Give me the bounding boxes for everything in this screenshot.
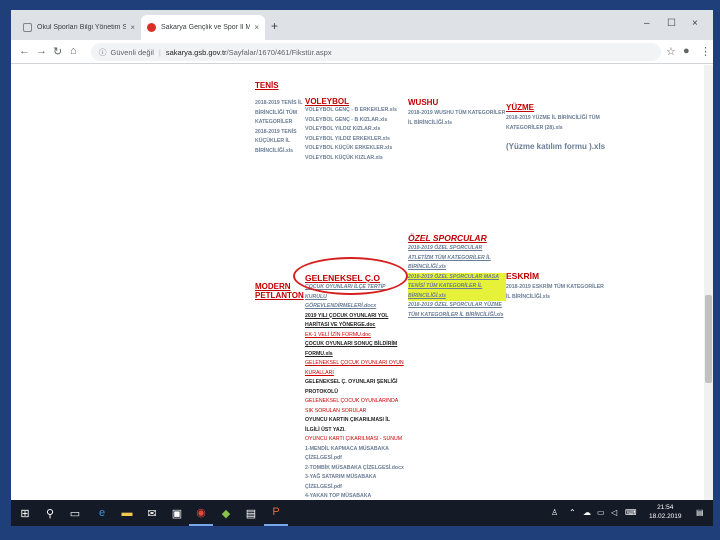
network-icon[interactable]: ☁: [583, 508, 591, 517]
geleneksel-section: GELENEKSEL Ç.O ÇOCUK OYUNLARI İLÇE TERTİ…: [305, 273, 405, 502]
close-window-button[interactable]: ×: [692, 18, 698, 29]
link-item[interactable]: ÇOCUK OYUNLARI SONUÇ BİLDİRİM FORMU.xls: [305, 340, 405, 359]
geleneksel-links: ÇOCUK OYUNLARI İLÇE TERTİP KURULU GÖREVL…: [305, 283, 405, 502]
link-item[interactable]: OYUNCU KARTIN ÇIKARILMASI İL İLGİLİ ÜST …: [305, 416, 405, 435]
link-item[interactable]: VOLEYBOL GENÇ - B KIZLAR.xls: [305, 116, 405, 126]
link-item[interactable]: VOLEYBOL YILDIZ ERKEKLER.xls: [305, 135, 405, 145]
link-item[interactable]: OYUNCU KARTI ÇIKARILMASI - SUNUM: [305, 435, 405, 445]
link-item[interactable]: VOLEYBOL KÜÇÜK KIZLAR.xls: [305, 154, 405, 164]
clock-time: 21:54: [657, 504, 674, 511]
link-item[interactable]: GÖREVLENDİRMELERİ.docx: [305, 302, 405, 312]
ozel-sporcular-heading[interactable]: ÖZEL SPORCULAR: [408, 233, 506, 243]
minimize-button[interactable]: –: [644, 18, 650, 29]
show-hidden-icons-icon[interactable]: ⌃: [569, 508, 576, 517]
info-icon[interactable]: ⓘ: [99, 47, 107, 58]
link-item[interactable]: VOLEYBOL YILDIZ KIZLAR.xls: [305, 125, 405, 135]
link-item[interactable]: GELENEKSEL Ç. OYUNLARI ŞENLİĞİ PROTOKOLÜ: [305, 378, 405, 397]
link-item[interactable]: EK-1 VELİ İZİN FORMU.doc: [305, 331, 405, 341]
keyboard-icon[interactable]: ⌨: [625, 508, 637, 517]
browser-toolbar: ← → ↻ ⌂ ⓘ Güvenli değil | sakarya.gsb.go…: [11, 40, 713, 64]
tab-title: Sakarya Gençlik ve Spor İl Müdü: [161, 24, 251, 31]
yuzme-form-link[interactable]: (Yüzme katılım formu ).xls: [506, 142, 606, 151]
reload-icon[interactable]: ↻: [53, 45, 62, 58]
tab-sakarya-gsb[interactable]: Sakarya Gençlik ve Spor İl Müdü ×: [141, 15, 265, 40]
close-icon[interactable]: ×: [254, 23, 259, 32]
menu-icon[interactable]: ⋮: [700, 45, 711, 58]
tenis-heading[interactable]: TENİS: [255, 81, 303, 90]
people-icon[interactable]: ♙: [551, 508, 558, 517]
app-icon[interactable]: ▤: [239, 500, 263, 526]
link-item[interactable]: 2018-2019 ÖZEL SPORCULAR ATLETİZM TÜM KA…: [408, 244, 506, 273]
page-content: TENİS 2018-2019 TENİS İL BİRİNCİLİĞİ TÜM…: [11, 65, 713, 502]
link-item[interactable]: 2018-2019 ESKRİM TÜM KATEGORİLER İL BİRİ…: [506, 283, 606, 302]
volume-icon[interactable]: ◁: [611, 508, 617, 517]
scrollbar-thumb[interactable]: [705, 295, 712, 383]
page-icon: [23, 23, 32, 32]
link-item[interactable]: VOLEYBOL GENÇ - B ERKEKLER.xls: [305, 106, 405, 116]
chrome-icon[interactable]: ◉: [189, 500, 213, 526]
mail-icon[interactable]: ✉: [140, 500, 164, 526]
link-item[interactable]: 2018-2019 ÖZEL SPORCULAR YÜZME TÜM KATEG…: [408, 301, 506, 320]
clock[interactable]: 21:54 18.02.2019: [649, 503, 682, 521]
edge-browser-icon[interactable]: e: [90, 500, 114, 526]
ozel-sporcular-section: ÖZEL SPORCULAR 2018-2019 ÖZEL SPORCULAR …: [408, 233, 506, 320]
wushu-section: WUSHU 2018-2019 WUSHU TÜM KATEGORİLER İL…: [408, 98, 506, 128]
account-icon[interactable]: ●: [683, 45, 690, 57]
link-item-highlighted[interactable]: 2018-2019 ÖZEL SPORCULAR MASA TENİSİ TÜM…: [408, 272, 506, 301]
battery-icon[interactable]: ▭: [597, 508, 605, 517]
tenis-section: TENİS 2018-2019 TENİS İL BİRİNCİLİĞİ TÜM…: [255, 81, 303, 156]
windows-start-icon[interactable]: ⊞: [13, 500, 37, 526]
voleybol-links: VOLEYBOL GENÇ - B ERKEKLER.xls VOLEYBOL …: [305, 106, 405, 163]
tab-okul-sporlari[interactable]: Okul Sporları Bilgi Yönetim Siste ×: [17, 15, 141, 40]
clock-date: 18.02.2019: [649, 513, 682, 520]
link-item[interactable]: 2-TOMBİK MÜSABAKA ÇİZELGESİ.docx: [305, 464, 405, 474]
url-host: sakarya.gsb.gov.tr: [165, 47, 227, 57]
windows-taskbar: ⊞ ⚲ ▭ e ▬ ✉ ▣ ◉ ◆ ▤ P ♙ ⌃ ☁ ▭ ◁ ⌨ 21:54 …: [11, 500, 713, 526]
link-item[interactable]: 3-YAĞ SATARIM MÜSABAKA ÇİZELGESİ.pdf: [305, 473, 405, 492]
link-item[interactable]: 2018-2019 TENİS KÜÇÜKLER İL BİRİNCİLİĞİ.…: [255, 128, 303, 157]
security-label: Güvenli değil: [110, 47, 154, 57]
back-icon[interactable]: ←: [19, 45, 30, 57]
store-icon[interactable]: ▣: [165, 500, 189, 526]
eskrim-section: ESKRİM 2018-2019 ESKRİM TÜM KATEGORİLER …: [506, 271, 606, 302]
file-explorer-icon[interactable]: ▬: [115, 500, 139, 526]
voleybol-section: VOLEYBOL VOLEYBOL GENÇ - B ERKEKLER.xls …: [305, 97, 405, 163]
modern-petlanton-section: MODERN PETLANTON: [255, 282, 304, 300]
link-item[interactable]: VOLEYBOL KÜÇÜK ERKEKLER.xls: [305, 144, 405, 154]
modern-petlanton-heading[interactable]: MODERN PETLANTON: [255, 282, 304, 300]
link-item[interactable]: GELENEKSEL ÇOCUK OYUNLARINDA SIK SORULAN…: [305, 397, 405, 416]
site-logo-icon: [147, 23, 156, 32]
voleybol-heading[interactable]: VOLEYBOL: [305, 97, 405, 106]
divider: |: [158, 47, 161, 57]
browser-window: Okul Sporları Bilgi Yönetim Siste × Saka…: [11, 10, 713, 502]
link-item[interactable]: GELENEKSEL ÇOCUK OYUNLARI OYUN KURALLARI: [305, 359, 405, 378]
eskrim-heading[interactable]: ESKRİM: [506, 271, 606, 281]
close-icon[interactable]: ×: [130, 23, 135, 32]
wushu-heading[interactable]: WUSHU: [408, 98, 506, 107]
page-scrollbar[interactable]: [704, 65, 713, 502]
link-item[interactable]: 2018-2019 YÜZME İL BİRİNCİLİĞİ TÜM KATEG…: [506, 114, 606, 133]
app-icon[interactable]: ◆: [214, 500, 238, 526]
address-bar[interactable]: ⓘ Güvenli değil | sakarya.gsb.gov.tr /Sa…: [91, 43, 661, 61]
tab-title: Okul Sporları Bilgi Yönetim Siste: [37, 24, 127, 31]
link-item[interactable]: 2019 YILI ÇOCUK OYUNLARI YOL HARİTASI VE…: [305, 312, 405, 331]
tab-strip: Okul Sporları Bilgi Yönetim Siste × Saka…: [11, 10, 713, 40]
forward-icon[interactable]: →: [36, 45, 47, 57]
new-tab-button[interactable]: +: [271, 19, 278, 33]
bookmark-star-icon[interactable]: ☆: [666, 45, 676, 58]
search-icon[interactable]: ⚲: [38, 500, 62, 526]
link-item[interactable]: 1-MENDİL KAPMACA MÜSABAKA ÇİZELGESİ.pdf: [305, 445, 405, 464]
url-path: /Sayfalar/1670/461/Fikstür.aspx: [226, 47, 332, 57]
powerpoint-icon[interactable]: P: [264, 500, 288, 526]
maximize-button[interactable]: ☐: [667, 18, 676, 29]
home-icon[interactable]: ⌂: [70, 45, 77, 57]
notifications-icon[interactable]: ▤: [696, 508, 704, 517]
yuzme-heading[interactable]: YÜZME: [506, 103, 606, 112]
yuzme-section: YÜZME 2018-2019 YÜZME İL BİRİNCİLİĞİ TÜM…: [506, 103, 606, 151]
link-item[interactable]: 2018-2019 TENİS İL BİRİNCİLİĞİ TÜM KATEG…: [255, 99, 303, 128]
task-view-icon[interactable]: ▭: [63, 500, 87, 526]
link-item[interactable]: 2018-2019 WUSHU TÜM KATEGORİLER İL BİRİN…: [408, 109, 506, 128]
annotation-circle: [293, 257, 408, 295]
